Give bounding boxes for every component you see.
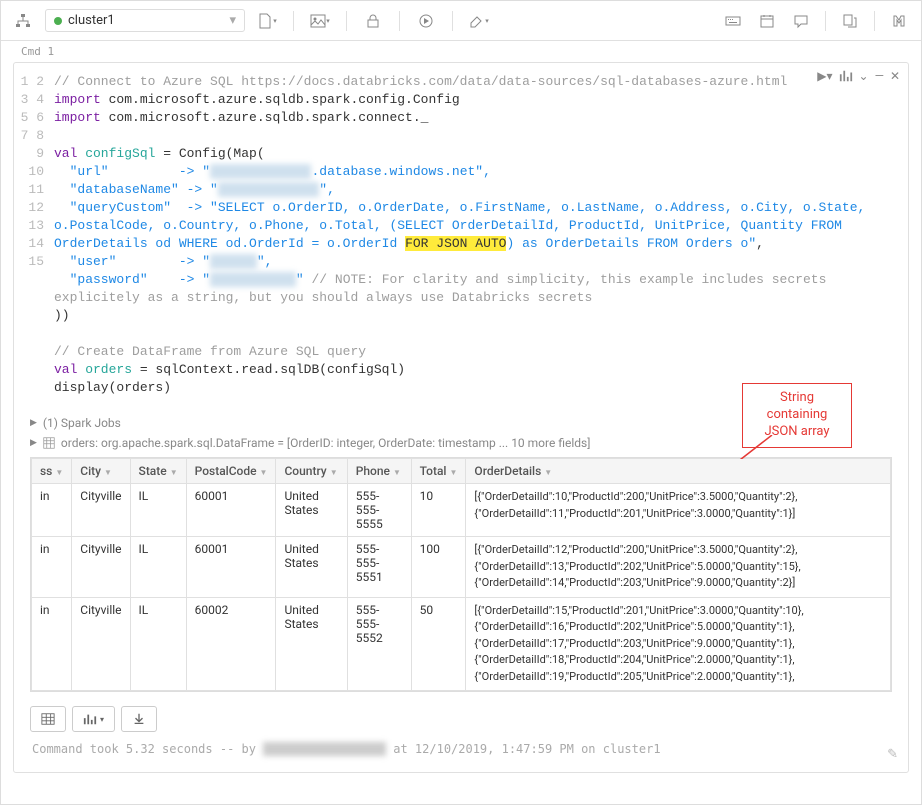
table-cell: Cityville [72,484,130,537]
table-cell: 555-555-5555 [347,484,411,537]
table-cell: 10 [411,484,466,537]
table-cell: United States [276,597,347,691]
status-dot-icon [54,17,62,25]
column-header[interactable]: City▼ [72,459,130,484]
schedule-icon[interactable] [753,7,781,35]
line-gutter: 1 2 3 4 5 6 7 8 9 10 11 12 13 14 15 [14,73,54,397]
column-header[interactable]: OrderDetails▼ [466,459,891,484]
table-cell: [{"OrderDetailId":12,"ProductId":200,"Un… [466,537,891,598]
cell-controls: ▶▾ ⌄ — ✕ [817,69,900,86]
column-header[interactable]: Phone▼ [347,459,411,484]
schema-expander[interactable]: ▶orders: org.apache.spark.sql.DataFrame … [30,433,892,453]
execution-status: Command took 5.32 seconds -- by xxxxxxxx… [30,736,892,762]
chart-view-button[interactable]: ▾ [72,706,115,732]
lock-icon[interactable] [359,7,387,35]
file-icon[interactable]: ▾ [253,7,281,35]
table-cell: in [32,537,72,598]
table-cell: 60002 [186,597,276,691]
tree-icon[interactable] [9,7,37,35]
image-icon[interactable]: ▾ [306,7,334,35]
edit-icon[interactable]: ✎ [887,747,898,762]
column-header[interactable]: Total▼ [411,459,466,484]
table-cell: IL [130,597,186,691]
table-cell: [{"OrderDetailId":15,"ProductId":201,"Un… [466,597,891,691]
table-cell: 60001 [186,537,276,598]
cell-close-icon[interactable]: ✕ [890,69,900,86]
cell-collapse-icon[interactable]: ⌄ [859,69,869,86]
viz-toolbar: ▾ [30,702,892,736]
table-cell: Cityville [72,537,130,598]
main-toolbar: cluster1 ▾ ▾ ▾ ▾ [1,1,921,41]
run-icon[interactable] [412,7,440,35]
cluster-name: cluster1 [68,13,115,28]
table-cell: 100 [411,537,466,598]
table-cell: United States [276,537,347,598]
table-cell: 555-555-5552 [347,597,411,691]
column-header[interactable]: ss▼ [32,459,72,484]
table-row[interactable]: inCityvilleIL60002United States555-555-5… [32,597,891,691]
cell-minimize-icon[interactable]: — [875,69,884,86]
cell-chart-icon[interactable] [839,69,853,86]
table-cell: [{"OrderDetailId":10,"ProductId":200,"Un… [466,484,891,537]
code-editor[interactable]: 1 2 3 4 5 6 7 8 9 10 11 12 13 14 15 // C… [14,63,908,407]
comment-icon[interactable] [787,7,815,35]
clear-icon[interactable]: ▾ [465,7,493,35]
result-table[interactable]: ss▼City▼State▼PostalCode▼Country▼Phone▼T… [30,457,892,692]
table-row[interactable]: inCityvilleIL60001United States555-555-5… [32,537,891,598]
cell-run-icon[interactable]: ▶▾ [817,69,832,86]
column-header[interactable]: State▼ [130,459,186,484]
table-cell: United States [276,484,347,537]
cmd-label: Cmd 1 [1,41,921,62]
table-cell: in [32,484,72,537]
mlflow-icon[interactable] [885,7,913,35]
code-content: // Connect to Azure SQL https://docs.dat… [54,73,900,397]
table-view-button[interactable] [30,706,66,732]
table-cell: IL [130,484,186,537]
table-cell: 60001 [186,484,276,537]
table-cell: in [32,597,72,691]
table-cell: 555-555-5551 [347,537,411,598]
notebook-cell: ▶▾ ⌄ — ✕ 1 2 3 4 5 6 7 8 9 10 11 12 13 1… [13,62,909,773]
column-header[interactable]: Country▼ [276,459,347,484]
keyboard-icon[interactable] [719,7,747,35]
table-row[interactable]: inCityvilleIL60001United States555-555-5… [32,484,891,537]
table-cell: IL [130,537,186,598]
cell-output: ▶(1) Spark Jobs ▶orders: org.apache.spar… [14,407,908,772]
column-header[interactable]: PostalCode▼ [186,459,276,484]
download-button[interactable] [121,706,157,732]
cluster-selector[interactable]: cluster1 ▾ [45,9,245,32]
table-cell: 50 [411,597,466,691]
revision-icon[interactable] [836,7,864,35]
spark-jobs-expander[interactable]: ▶(1) Spark Jobs [30,413,892,433]
table-cell: Cityville [72,597,130,691]
chevron-down-icon: ▾ [229,13,236,28]
